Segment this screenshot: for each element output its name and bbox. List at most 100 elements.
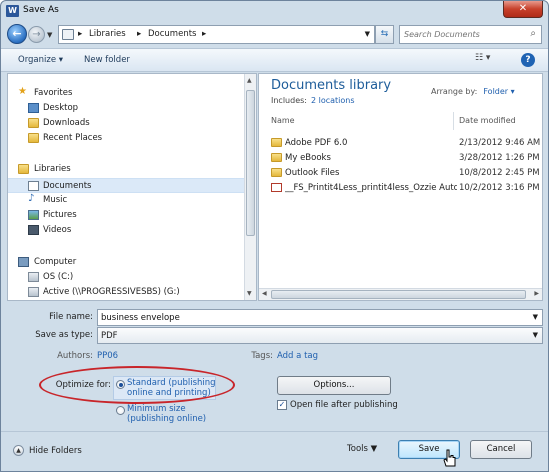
- nav-item-network-drive[interactable]: Active (\\PROGRESSIVESBS) (G:): [8, 285, 244, 300]
- recent-locations-dropdown[interactable]: ▼: [47, 31, 52, 39]
- breadcrumb-separator[interactable]: ▸: [137, 29, 141, 39]
- nav-item-label: Active (\\PROGRESSIVESBS) (G:): [43, 287, 180, 297]
- nav-item-desktop[interactable]: Desktop: [8, 101, 244, 116]
- file-date: 10/2/2012 3:16 PM: [459, 183, 540, 193]
- optimize-standard-label[interactable]: Standard (publishing online and printing…: [127, 378, 216, 398]
- breadcrumb-separator[interactable]: ▸: [78, 29, 82, 39]
- scroll-thumb[interactable]: [271, 290, 526, 299]
- address-bar[interactable]: ▸ Libraries ▸ Documents ▸ ▼: [58, 25, 375, 44]
- scroll-left-icon[interactable]: ◀: [262, 290, 267, 297]
- optimize-for-label: Optimize for:: [55, 380, 111, 390]
- arrange-by-dropdown[interactable]: Folder ▾: [483, 87, 514, 96]
- nav-item-recent-places[interactable]: Recent Places: [8, 131, 244, 146]
- hide-folders-button[interactable]: Hide Folders: [29, 446, 82, 456]
- scroll-up-icon[interactable]: ▲: [247, 77, 252, 84]
- optimize-minimum-radio[interactable]: [116, 406, 125, 415]
- optimize-standard-radio[interactable]: [116, 380, 125, 389]
- nav-scrollbar[interactable]: ▲ ▼: [244, 74, 256, 300]
- chevron-down-icon: ▼: [370, 444, 378, 454]
- nav-favorites[interactable]: ★ Favorites: [8, 86, 244, 101]
- nav-item-label: Downloads: [43, 118, 90, 128]
- forward-button[interactable]: →: [28, 26, 45, 43]
- file-row[interactable]: Outlook Files 10/8/2012 2:45 PM: [269, 166, 540, 181]
- chevron-down-icon[interactable]: ▼: [533, 313, 538, 321]
- nav-libraries[interactable]: Libraries: [8, 162, 244, 177]
- nav-item-pictures[interactable]: Pictures: [8, 208, 244, 223]
- nav-item-videos[interactable]: Videos: [8, 223, 244, 238]
- file-list-pane: Documents library Includes: 2 locations A…: [258, 73, 543, 301]
- navigation-pane: ★ Favorites Desktop Downloads Recent Pla…: [7, 73, 257, 301]
- file-name: __FS_Printit4Less_printit4less_Ozzie Aut…: [285, 183, 457, 193]
- includes-locations-link[interactable]: 2 locations: [311, 96, 355, 105]
- footer-divider: [1, 431, 548, 432]
- scroll-thumb[interactable]: [246, 90, 255, 236]
- organize-button[interactable]: Organize ▾: [18, 55, 63, 65]
- nav-item-music[interactable]: ♪ Music: [8, 193, 244, 208]
- computer-icon: [18, 257, 29, 267]
- scroll-down-icon[interactable]: ▼: [247, 290, 252, 297]
- add-tag-link[interactable]: Add a tag: [277, 351, 318, 361]
- nav-item-label: Recent Places: [43, 133, 103, 143]
- file-row[interactable]: __FS_Printit4Less_printit4less_Ozzie Aut…: [269, 181, 540, 196]
- file-row[interactable]: My eBooks 3/28/2012 1:26 PM: [269, 151, 540, 166]
- file-name-field[interactable]: ▼: [97, 309, 543, 326]
- search-input[interactable]: [404, 28, 522, 41]
- title-bar[interactable]: W Save As ✕: [1, 1, 548, 21]
- save-as-type-value: PDF: [101, 331, 118, 341]
- nav-item-label: Videos: [43, 225, 72, 235]
- chevron-down-icon[interactable]: ▼: [533, 331, 538, 339]
- search-icon[interactable]: ⌕: [530, 28, 536, 39]
- folder-icon: [271, 138, 282, 147]
- file-list-hscrollbar[interactable]: ◀ ▶: [259, 288, 542, 300]
- pdf-icon: [271, 183, 282, 192]
- close-button[interactable]: ✕: [503, 1, 543, 18]
- new-folder-button[interactable]: New folder: [84, 55, 130, 65]
- nav-item-label: Desktop: [43, 103, 79, 113]
- folder-icon: [271, 168, 282, 177]
- file-name: Outlook Files: [285, 168, 340, 178]
- nav-item-os-drive[interactable]: OS (C:): [8, 270, 244, 285]
- chevron-up-icon[interactable]: ▲: [13, 445, 24, 456]
- optimize-minimum-label[interactable]: Minimum size (publishing online): [127, 404, 206, 424]
- radio-label-line: online and printing): [127, 388, 211, 398]
- search-box[interactable]: ⌕: [399, 25, 542, 44]
- tags-label: Tags:: [251, 351, 273, 361]
- word-app-icon: W: [6, 5, 19, 17]
- recent-places-icon: [28, 133, 39, 143]
- authors-value[interactable]: PP06: [97, 351, 118, 361]
- nav-item-documents[interactable]: Documents: [8, 178, 244, 193]
- help-icon[interactable]: ?: [521, 53, 535, 67]
- open-after-publishing-checkbox[interactable]: ✓: [277, 400, 287, 410]
- nav-item-downloads[interactable]: Downloads: [8, 116, 244, 131]
- nav-item-label: Pictures: [43, 210, 77, 220]
- chevron-down-icon[interactable]: ▼: [365, 30, 370, 38]
- arrange-by: Arrange by: Folder ▾: [431, 87, 515, 96]
- tools-button[interactable]: Tools ▼: [347, 444, 377, 454]
- column-header-name[interactable]: Name: [271, 116, 295, 125]
- column-divider[interactable]: [453, 112, 454, 130]
- file-name-input[interactable]: [101, 312, 521, 324]
- tools-label: Tools: [347, 444, 368, 454]
- file-date: 2/13/2012 9:46 AM: [459, 138, 541, 148]
- cancel-button[interactable]: Cancel: [470, 440, 532, 459]
- breadcrumb-documents[interactable]: Documents: [148, 29, 196, 39]
- radio-label-line: Minimum size: [127, 404, 186, 414]
- open-after-publishing-label[interactable]: Open file after publishing: [290, 400, 398, 410]
- nav-item-label: Favorites: [34, 88, 73, 98]
- change-view-button[interactable]: ☷ ▾: [475, 53, 503, 68]
- nav-computer[interactable]: Computer: [8, 255, 244, 270]
- nav-item-label: OS (C:): [43, 272, 74, 282]
- save-as-dialog: W Save As ✕ ← → ▼ ▸ Libraries ▸ Document…: [0, 0, 549, 472]
- file-date: 3/28/2012 1:26 PM: [459, 153, 540, 163]
- file-row[interactable]: Adobe PDF 6.0 2/13/2012 9:46 AM: [269, 136, 541, 151]
- back-button[interactable]: ←: [7, 24, 27, 44]
- options-button[interactable]: Options...: [277, 376, 391, 395]
- column-header-date[interactable]: Date modified: [459, 116, 516, 125]
- scroll-right-icon[interactable]: ▶: [534, 290, 539, 297]
- save-as-type-select[interactable]: PDF ▼: [97, 327, 543, 344]
- breadcrumb-libraries[interactable]: Libraries: [89, 29, 126, 39]
- breadcrumb-separator[interactable]: ▸: [202, 29, 206, 39]
- hand-cursor-icon: [443, 449, 456, 467]
- nav-item-label: Music: [43, 195, 68, 205]
- refresh-button[interactable]: ⇆: [375, 25, 394, 44]
